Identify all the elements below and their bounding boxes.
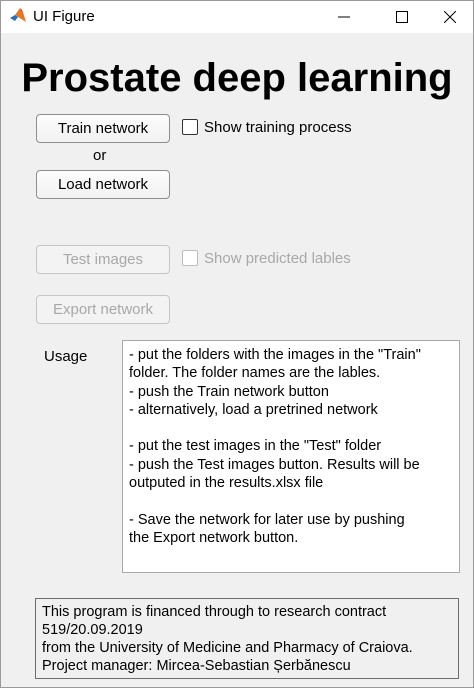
- or-label: or: [93, 147, 107, 164]
- usage-line: [129, 492, 453, 510]
- funding-info-box: This program is financed through to rese…: [35, 598, 459, 679]
- usage-text-area[interactable]: - put the folders with the images in the…: [122, 340, 460, 573]
- usage-line: - alternatively, load a pretrined networ…: [129, 401, 378, 418]
- usage-line: - Save the network for later use by push…: [129, 511, 405, 528]
- minimize-button[interactable]: [321, 1, 367, 33]
- maximize-icon: [396, 11, 408, 23]
- window-title: UI Figure: [33, 8, 95, 25]
- usage-line: - put the test images in the "Test" fold…: [129, 438, 382, 455]
- page-title: Prostate deep learning: [21, 56, 453, 100]
- usage-line: - push the Test images button. Results w…: [129, 456, 420, 473]
- test-images-button[interactable]: Test images: [36, 245, 170, 274]
- show-predicted-label[interactable]: Show predicted lables: [204, 250, 351, 267]
- usage-line: [129, 419, 453, 437]
- usage-line: - put the folders with the images in the…: [129, 347, 421, 363]
- load-network-button[interactable]: Load network: [36, 170, 170, 199]
- usage-line: - push the Train network button: [129, 383, 329, 400]
- usage-line: folder. The folder names are the lables.: [129, 365, 381, 382]
- matlab-icon: [9, 7, 27, 25]
- minimize-icon: [338, 16, 350, 18]
- maximize-button[interactable]: [379, 1, 425, 33]
- close-button[interactable]: [427, 1, 473, 33]
- export-network-button[interactable]: Export network: [36, 295, 170, 324]
- title-bar[interactable]: UI Figure: [1, 1, 473, 33]
- usage-line: the Export network button.: [129, 529, 299, 546]
- train-network-button[interactable]: Train network: [36, 114, 170, 143]
- funding-line: This program is financed through to rese…: [42, 604, 387, 620]
- show-training-checkbox[interactable]: [182, 119, 198, 135]
- funding-line: 519/20.09.2019: [42, 622, 143, 638]
- funding-line: from the University of Medicine and Phar…: [42, 640, 413, 656]
- show-training-label[interactable]: Show training process: [204, 119, 352, 136]
- usage-label: Usage: [44, 348, 88, 365]
- project-manager-line: Project manager: Mircea-Sebastian Șerbăn…: [42, 658, 351, 674]
- usage-line: outputed in the results.xlsx file: [129, 475, 324, 492]
- show-predicted-checkbox[interactable]: [182, 250, 198, 266]
- ui-figure-window: UI Figure Prostate deep learning Train n…: [0, 0, 474, 688]
- close-icon: [444, 11, 456, 23]
